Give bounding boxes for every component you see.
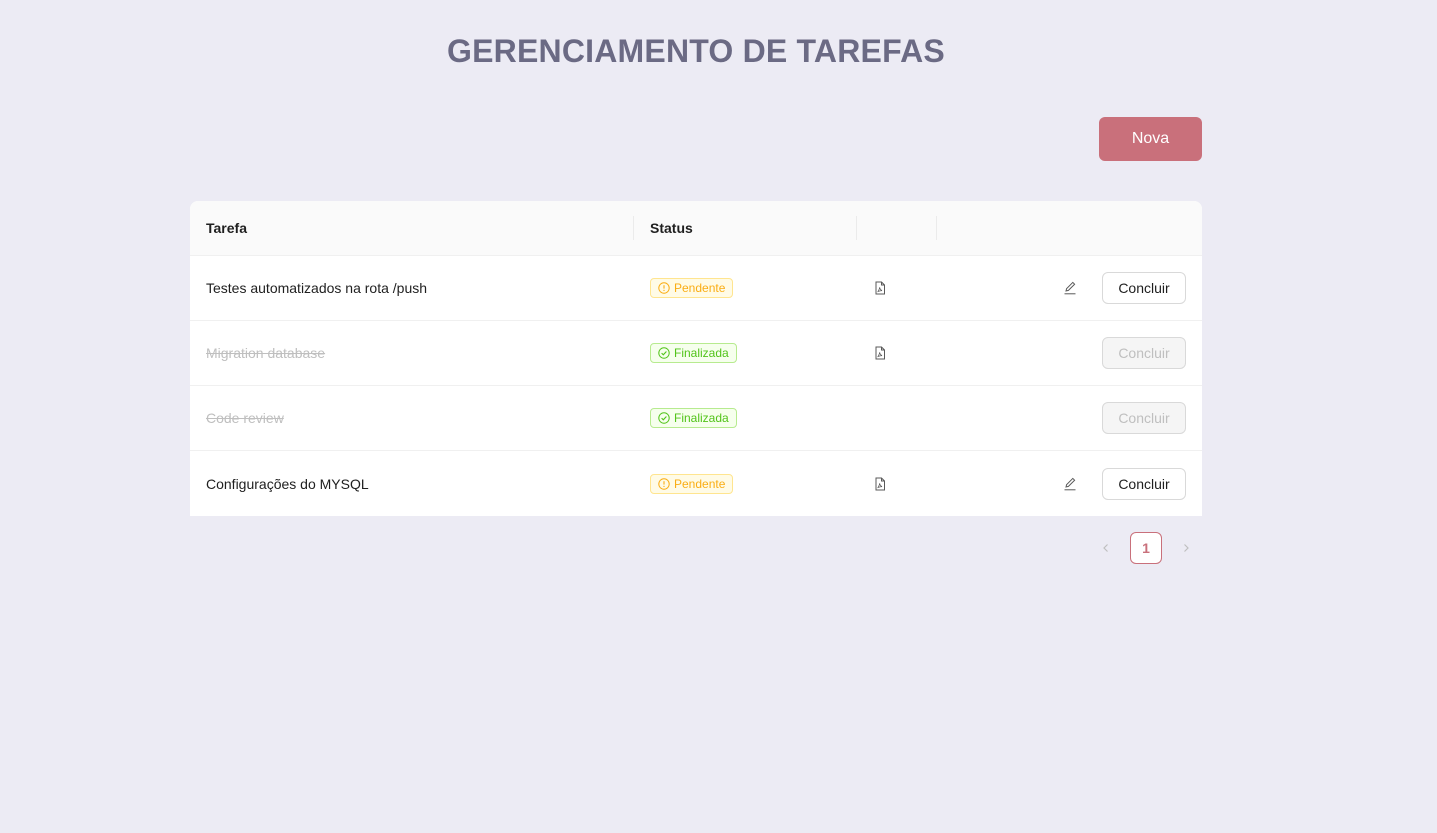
pagination: 1 <box>1090 532 1202 564</box>
status-label: Pendente <box>674 281 726 295</box>
conclude-button[interactable]: Concluir <box>1102 402 1186 434</box>
exclamation-circle-icon <box>658 477 670 490</box>
new-task-button[interactable]: Nova <box>1099 117 1202 161</box>
task-name: Testes automatizados na rota /push <box>206 280 428 296</box>
check-circle-icon <box>658 347 670 359</box>
task-name: Migration database <box>206 345 326 361</box>
file-pdf-icon[interactable] <box>873 346 887 360</box>
chevron-right-icon[interactable] <box>1170 532 1202 564</box>
edit-icon[interactable] <box>1063 281 1077 295</box>
tasks-table: Tarefa Status Testes automatizados na ro… <box>190 201 1202 516</box>
page-title: GERENCIAMENTO DE TAREFAS <box>447 33 945 69</box>
status-label: Finalizada <box>674 346 729 360</box>
header-task: Tarefa <box>190 201 634 255</box>
header-file <box>857 201 937 255</box>
check-circle-icon <box>658 412 670 424</box>
status-label: Pendente <box>674 476 726 491</box>
status-label: Finalizada <box>674 411 729 425</box>
conclude-button[interactable]: Concluir <box>1102 337 1186 369</box>
file-pdf-icon[interactable] <box>873 477 887 491</box>
conclude-button[interactable]: Concluir <box>1102 272 1186 304</box>
task-name: Configurações do MYSQL <box>206 475 369 492</box>
page-number-current[interactable]: 1 <box>1130 532 1162 564</box>
status-badge: Finalizada <box>650 343 737 363</box>
table-header: Tarefa Status <box>190 201 1202 256</box>
status-badge: Pendente <box>650 278 734 298</box>
edit-icon[interactable] <box>1063 477 1077 491</box>
task-name: Code review <box>206 410 284 426</box>
status-badge: Pendente <box>650 473 734 494</box>
chevron-left-icon[interactable] <box>1090 532 1122 564</box>
table-row: Code review Finalizada Concluir <box>190 386 1202 451</box>
table-row: Configurações do MYSQL Pendente Concluir <box>190 451 1202 516</box>
table-row: Migration database Finalizada Concluir <box>190 321 1202 386</box>
header-actions <box>937 201 1202 255</box>
file-pdf-icon[interactable] <box>873 281 887 295</box>
header-status: Status <box>634 201 857 255</box>
conclude-button[interactable]: Concluir <box>1102 467 1186 500</box>
status-badge: Finalizada <box>650 408 737 428</box>
table-row: Testes automatizados na rota /push Pende… <box>190 256 1202 321</box>
exclamation-circle-icon <box>658 282 670 294</box>
